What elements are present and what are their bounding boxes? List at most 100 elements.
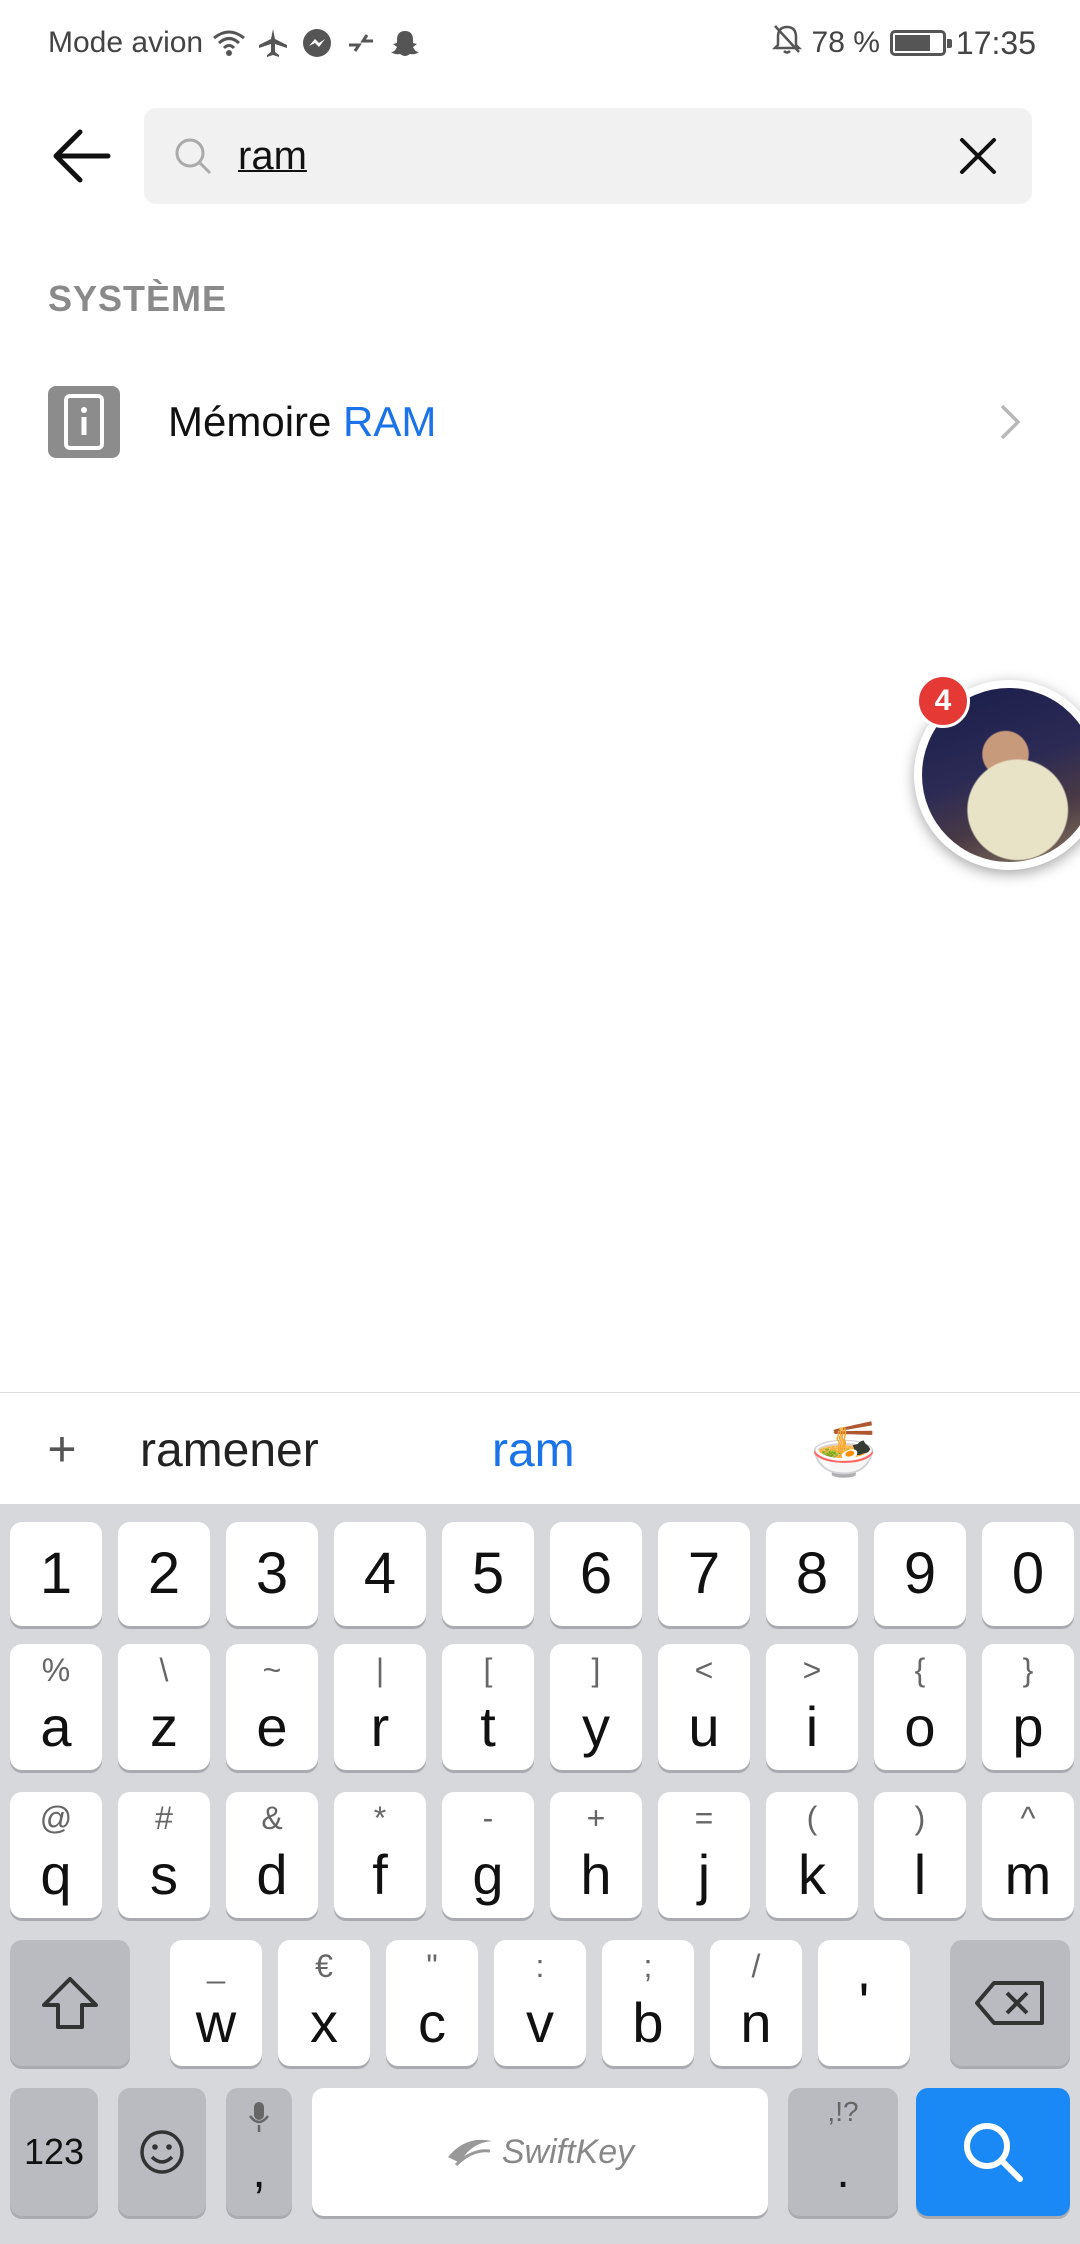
key-e[interactable]: ~ e: [226, 1644, 318, 1770]
key-v[interactable]: :v: [494, 1940, 586, 2066]
key-4[interactable]: 4: [334, 1522, 426, 1626]
key-j[interactable]: = j: [658, 1792, 750, 1918]
swiftkey-brand-text: SwiftKey: [501, 2132, 635, 2171]
key-6[interactable]: 6: [550, 1522, 642, 1626]
messenger-icon: [299, 25, 335, 61]
key-g[interactable]: -g: [442, 1792, 534, 1918]
key-w[interactable]: _ w: [170, 1940, 262, 2066]
key-q[interactable]: @ q: [10, 1792, 102, 1918]
key-2[interactable]: 2: [118, 1522, 210, 1626]
result-label-highlight: RAM: [343, 398, 437, 445]
key-p[interactable]: } p: [982, 1644, 1074, 1770]
period-key[interactable]: ,!? .: [788, 2088, 898, 2216]
key-b-label: b: [632, 1991, 664, 2054]
key-p-label: p: [1012, 1695, 1044, 1758]
key-9[interactable]: 9: [874, 1522, 966, 1626]
key-7-label: 7: [687, 1541, 721, 1606]
swiftkey-logo: SwiftKey: [446, 2133, 634, 2172]
key-q-secondary: @: [39, 1800, 73, 1836]
key-s-label: s: [150, 1843, 178, 1906]
key-7[interactable]: 7: [658, 1522, 750, 1626]
key-5[interactable]: 5: [442, 1522, 534, 1626]
key-c[interactable]: " c: [386, 1940, 478, 2066]
key-s[interactable]: # s: [118, 1792, 210, 1918]
key-c-label: c: [418, 1991, 446, 2054]
key-9-label: 9: [903, 1541, 937, 1606]
key-d-secondary: &: [261, 1800, 283, 1836]
key-y[interactable]: ] y: [550, 1644, 642, 1770]
search-bar[interactable]: [144, 108, 1032, 204]
search-result-item[interactable]: Mémoire RAM: [0, 370, 1080, 474]
numbers-key-label: 123: [23, 2131, 85, 2172]
key-l[interactable]: ) l: [874, 1792, 966, 1918]
key-b[interactable]: ; b: [602, 1940, 694, 2066]
status-left: Mode avion: [48, 25, 423, 61]
key-z-secondary: \: [159, 1652, 169, 1688]
key-z-label: z: [150, 1695, 178, 1758]
key-o-label: o: [904, 1695, 936, 1758]
suggestion-bar: + ramener ram 🍜: [0, 1392, 1080, 1504]
key-1[interactable]: 1: [10, 1522, 102, 1626]
key-2-label: 2: [147, 1541, 181, 1606]
back-button[interactable]: [44, 118, 120, 194]
key-x-label: x: [310, 1991, 338, 2054]
key-e-label: e: [256, 1695, 288, 1758]
comma-mic-key[interactable]: ,: [226, 2088, 292, 2216]
suggestion-emoji[interactable]: 🍜: [810, 1419, 877, 1482]
key-i[interactable]: > i: [766, 1644, 858, 1770]
status-bar: Mode avion 78 % 17:35: [0, 0, 1080, 86]
key-o[interactable]: {o: [874, 1644, 966, 1770]
clear-search-button[interactable]: [948, 126, 1008, 186]
key-l-label: l: [913, 1843, 927, 1906]
result-label-prefix: Mémoire: [168, 398, 344, 445]
key-x-secondary: €: [315, 1948, 333, 1984]
key-a-label: a: [40, 1695, 72, 1758]
key-n[interactable]: / n: [710, 1940, 802, 2066]
key-apostrophe[interactable]: ': [818, 1940, 910, 2066]
shift-key[interactable]: [10, 1940, 130, 2066]
section-header-system: SYSTÈME: [48, 278, 228, 319]
key-t[interactable]: [t: [442, 1644, 534, 1770]
key-4-label: 4: [363, 1541, 397, 1606]
key-k-label: k: [798, 1843, 826, 1906]
key-a[interactable]: % a: [10, 1644, 102, 1770]
key-m[interactable]: ^ m: [982, 1792, 1074, 1918]
numbers-key[interactable]: 123: [10, 2088, 98, 2216]
space-key[interactable]: SwiftKey: [312, 2088, 768, 2216]
key-d[interactable]: & d: [226, 1792, 318, 1918]
key-8[interactable]: 8: [766, 1522, 858, 1626]
key-k-secondary: (: [806, 1800, 818, 1836]
key-u[interactable]: < u: [658, 1644, 750, 1770]
key-w-secondary: _: [207, 1948, 225, 1984]
search-icon: [170, 133, 216, 179]
suggestion-word-1[interactable]: ramener: [140, 1423, 319, 1478]
backspace-key[interactable]: [950, 1940, 1070, 2066]
key-f[interactable]: * f: [334, 1792, 426, 1918]
wifi-icon: [211, 25, 247, 61]
emoji-key[interactable]: [118, 2088, 206, 2216]
key-r[interactable]: | r: [334, 1644, 426, 1770]
key-h-secondary: +: [586, 1800, 606, 1836]
key-h-label: h: [580, 1843, 612, 1906]
key-q-label: q: [40, 1843, 72, 1906]
add-button[interactable]: +: [32, 1419, 92, 1479]
key-y-label: y: [582, 1695, 610, 1758]
key-z[interactable]: \ z: [118, 1644, 210, 1770]
key-m-label: m: [1004, 1843, 1052, 1906]
key-n-secondary: /: [751, 1948, 761, 1984]
key-x[interactable]: € x: [278, 1940, 370, 2066]
key-0[interactable]: 0: [982, 1522, 1074, 1626]
key-i-secondary: >: [802, 1652, 822, 1688]
suggestion-word-2[interactable]: ram: [492, 1423, 575, 1478]
key-k[interactable]: (k: [766, 1792, 858, 1918]
key-6-label: 6: [579, 1541, 613, 1606]
search-input[interactable]: [238, 133, 878, 179]
key-n-label: n: [740, 1991, 772, 2054]
data-saver-icon: [343, 25, 379, 61]
key-3[interactable]: 3: [226, 1522, 318, 1626]
backspace-icon: [975, 1981, 1044, 2025]
key-v-label: v: [526, 1991, 554, 2054]
key-h[interactable]: + h: [550, 1792, 642, 1918]
search-key[interactable]: [916, 2088, 1070, 2216]
clock: 17:35: [955, 24, 1036, 61]
